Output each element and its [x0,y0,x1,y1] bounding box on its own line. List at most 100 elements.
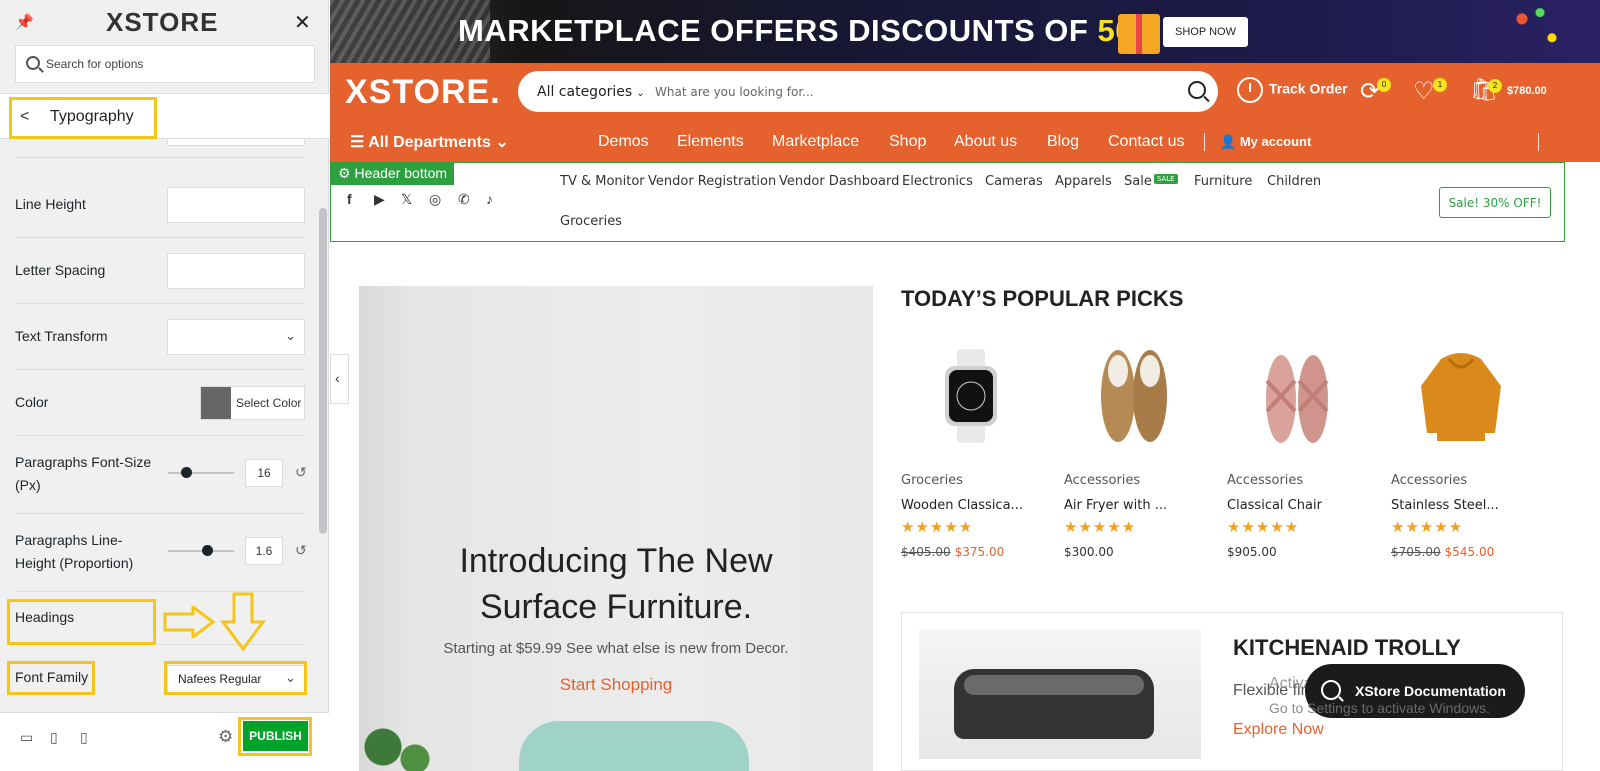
sidebar-logo: XSTORE [106,7,219,37]
arrow-down-icon [220,592,266,652]
subnav-sale[interactable]: Sale SALE [1124,174,1178,189]
slider-handle[interactable] [181,467,192,478]
start-shopping-link[interactable]: Start Shopping [359,675,873,695]
chevron-down-icon: ⌄ [285,328,296,343]
options-search[interactable] [15,45,315,83]
nav-elements[interactable]: Elements [677,133,744,151]
close-icon[interactable]: ✕ [294,10,311,35]
subnav-tv-monitor[interactable]: TV & Monitor [560,174,645,189]
site-logo[interactable]: XSTORE. [345,73,501,112]
promo-title: KITCHENAID TROLLY [1233,635,1461,660]
nav-about[interactable]: About us [954,133,1017,151]
subnav-cameras[interactable]: Cameras [985,174,1043,189]
font-size-input[interactable] [167,139,305,146]
arrow-right-icon [163,606,215,638]
paragraph-font-size-value[interactable]: 16 [245,459,283,487]
nav-shop[interactable]: Shop [889,133,926,151]
product-name[interactable]: Air Fryer with ... [1064,498,1167,513]
pin-icon[interactable]: 📌 [15,13,34,31]
my-account-link[interactable]: 👤 My account [1220,134,1311,150]
nav-marketplace[interactable]: Marketplace [772,133,859,151]
letter-spacing-input[interactable] [167,253,305,289]
product-category[interactable]: Accessories [1391,473,1467,488]
subnav-vendor-registration[interactable]: Vendor Registration [648,174,776,189]
my-account-label: My account [1239,134,1312,149]
hero-heading-line2: Surface Furniture. [479,588,753,626]
sidebar-toggle[interactable]: ‹ [330,354,349,404]
search-icon[interactable] [1188,81,1206,99]
product-name[interactable]: Wooden Classica... [901,498,1023,513]
nav-contact[interactable]: Contact us [1108,133,1184,151]
category-label: All categories [537,84,633,100]
product-image [945,349,997,443]
paragraph-line-height-row: Paragraphs Line-Height (Proportion) 1.6 … [15,514,307,592]
subnav-children[interactable]: Children [1267,174,1321,189]
subnav-groceries[interactable]: Groceries [560,214,622,229]
mobile-preview-icon[interactable]: ▯ [80,729,88,746]
old-price: $705.00 [1391,545,1441,559]
cart-total[interactable]: $780.00 [1507,85,1547,97]
track-order-link[interactable]: Track Order [1237,77,1348,103]
rating-stars: ★★★★★ [1391,519,1464,536]
main-nav: ☰ All Departments ⌄ Demos Elements Marke… [330,115,1600,162]
color-swatch [201,387,231,419]
instagram-icon[interactable]: ◎ [429,191,441,208]
search-icon [1321,680,1341,700]
paragraph-line-height-label: Paragraphs Line-Height (Proportion) [15,532,134,571]
product-price: $405.00 $375.00 [901,545,1004,559]
nav-demos[interactable]: Demos [598,133,649,151]
paragraph-font-size-slider[interactable] [168,467,234,478]
slider-handle[interactable] [202,545,213,556]
reset-icon[interactable]: ↺ [295,542,307,559]
tiktok-icon[interactable]: ♪ [486,191,493,207]
sale-offer-button[interactable]: Sale! 30% OFF! [1439,187,1551,218]
text-transform-select[interactable]: ⌄ [167,319,305,355]
product-image [1265,355,1329,443]
x-icon[interactable]: 𝕏 [401,191,412,208]
explore-now-link[interactable]: Explore Now [1233,721,1324,739]
subnav-apparels[interactable]: Apparels [1055,174,1112,189]
paragraph-line-height-value[interactable]: 1.6 [245,537,283,565]
wishlist-icon[interactable]: ♡ [1413,77,1435,106]
subnav-furniture[interactable]: Furniture [1194,174,1252,189]
site-search[interactable]: All categories ⌄ What are you looking for… [518,71,1218,112]
header-bottom-tag[interactable]: ⚙ Header bottom [331,163,455,185]
chevron-left-icon: ‹ [335,370,340,386]
rating-stars: ★★★★★ [901,519,974,536]
facebook-icon[interactable]: f [347,191,352,207]
gear-icon[interactable]: ⚙ [218,727,233,747]
site-search-input[interactable]: What are you looking for... [655,85,814,99]
publish-button[interactable]: PUBLISH [243,721,308,751]
hero-heading-line1: Introducing The New [459,542,773,580]
category-select[interactable]: All categories ⌄ [537,84,645,100]
paragraph-line-height-slider[interactable] [168,545,234,556]
line-height-input[interactable] [167,187,305,223]
shop-now-button[interactable]: SHOP NOW [1163,17,1248,47]
subnav-vendor-dashboard[interactable]: Vendor Dashboard [779,174,899,189]
all-departments-button[interactable]: ☰ All Departments ⌄ [350,132,509,152]
site-preview: MARKETPLACE OFFERS DISCOUNTS OF 50% SHOP… [330,0,1600,771]
youtube-icon[interactable]: ▶ [374,191,385,208]
options-search-input[interactable] [46,46,311,82]
product-price: $300.00 [1064,545,1114,559]
product-name[interactable]: Classical Chair [1227,498,1322,513]
tablet-preview-icon[interactable]: ▯ [50,729,58,746]
reset-icon[interactable]: ↺ [295,464,307,481]
nav-divider [1538,133,1539,151]
nav-blog[interactable]: Blog [1047,133,1079,151]
current-price: $300.00 [1064,545,1114,559]
product-category[interactable]: Groceries [901,473,963,488]
sidebar-header: 📌 XSTORE ✕ [0,0,328,42]
whatsapp-icon[interactable]: ✆ [458,191,470,208]
subnav-electronics[interactable]: Electronics [902,174,973,189]
product-category[interactable]: Accessories [1227,473,1303,488]
product-name[interactable]: Stainless Steel... [1391,498,1499,513]
sidebar-scrollbar[interactable] [319,208,327,534]
line-height-row: Line Height [15,172,306,238]
track-order-label: Track Order [1269,80,1348,97]
old-price: $405.00 [901,545,951,559]
desktop-preview-icon[interactable]: ▭ [20,729,33,746]
select-color-button[interactable]: Select Color [200,386,305,420]
documentation-label: XStore Documentation [1355,683,1506,699]
product-category[interactable]: Accessories [1064,473,1140,488]
